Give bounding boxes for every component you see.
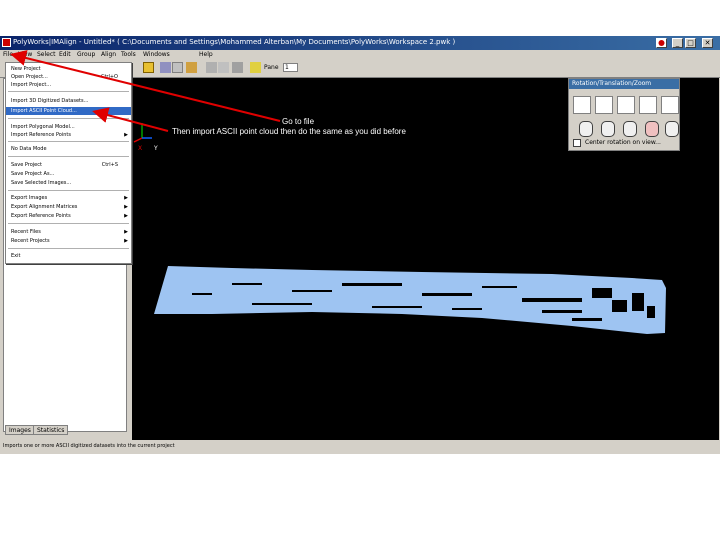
rotate-free-icon[interactable] — [573, 96, 591, 114]
grid-icon[interactable] — [232, 62, 243, 73]
submenu-arrow-icon: ▶ — [124, 132, 128, 138]
point-cloud — [154, 266, 666, 334]
rotation-panel: Rotation/Translation/Zoom Center rotatio… — [568, 78, 680, 151]
submenu-arrow-icon: ▶ — [124, 238, 128, 244]
menu-separator — [8, 223, 129, 224]
menu-windows[interactable]: Windows — [143, 51, 170, 58]
tool-icon[interactable] — [186, 62, 197, 73]
status-bar: Imports one or more ASCII digitized data… — [0, 442, 720, 452]
menu-item-no-data-mode[interactable]: No Data Mode — [6, 145, 131, 153]
mouse-right-icon[interactable] — [623, 121, 637, 137]
menu-bar: File View Select Edit Group Align Tools … — [0, 50, 720, 60]
submenu-arrow-icon: ▶ — [124, 213, 128, 219]
menu-item-save-project[interactable]: Save Project Ctrl+S — [6, 161, 131, 169]
menu-select[interactable]: Select — [37, 51, 56, 58]
menu-group[interactable]: Group — [77, 51, 95, 58]
menu-item-save-project-as[interactable]: Save Project As... — [6, 170, 131, 178]
rotate-icon[interactable] — [218, 62, 229, 73]
menu-separator — [8, 156, 129, 157]
submenu-arrow-icon: ▶ — [124, 195, 128, 201]
minimize-button[interactable]: _ — [672, 38, 683, 48]
mouse-middle-icon[interactable] — [601, 121, 615, 137]
folder-icon[interactable] — [143, 62, 154, 73]
title-bar: PolyWorks|IMAlign - Untitled* ( C:\Docum… — [0, 36, 720, 50]
pane-select[interactable]: 1 — [283, 63, 298, 72]
annotation-line-2: Then import ASCII point cloud then do th… — [172, 127, 406, 136]
mouse-left-icon[interactable] — [579, 121, 593, 137]
status-text: Imports one or more ASCII digitized data… — [3, 443, 175, 449]
pane-value: 1 — [285, 64, 289, 71]
menu-item-export-alignment-matrices[interactable]: Export Alignment Matrices ▶ — [6, 203, 131, 211]
menu-item-import-reference-points[interactable]: Import Reference Points ▶ — [6, 131, 131, 139]
menu-item-recent-files[interactable]: Recent Files ▶ — [6, 228, 131, 236]
menu-item-open-project[interactable]: Open Project... Ctrl+O — [6, 73, 131, 81]
menu-item-import-ascii-point-cloud[interactable]: Import ASCII Point Cloud... — [6, 107, 131, 115]
submenu-arrow-icon: ▶ — [124, 204, 128, 210]
camera-icon[interactable] — [172, 62, 183, 73]
window-title: PolyWorks|IMAlign - Untitled* ( C:\Docum… — [13, 38, 456, 46]
translate-icon[interactable] — [617, 96, 635, 114]
tab-images[interactable]: Images — [5, 425, 35, 435]
mouse-wheel-icon[interactable] — [665, 121, 679, 137]
translate-z-icon[interactable] — [639, 96, 657, 114]
axis-x-label: X — [138, 145, 142, 152]
x-axis — [133, 137, 143, 143]
image-icon[interactable] — [160, 62, 171, 73]
menu-edit[interactable]: Edit — [59, 51, 71, 58]
menu-separator — [8, 91, 129, 92]
rotation-panel-title: Rotation/Translation/Zoom — [569, 79, 679, 89]
center-rotation-label: Center rotation on view... — [585, 139, 661, 146]
pane-label: Pane — [264, 64, 279, 71]
menu-item-import-3d-datasets[interactable]: Import 3D Digitized Datasets... — [6, 97, 131, 105]
app-icon — [2, 38, 11, 47]
menu-separator — [8, 248, 129, 249]
app-logo-icon — [656, 38, 667, 48]
menu-file[interactable]: File — [3, 51, 13, 58]
close-button[interactable]: ✕ — [702, 38, 713, 48]
center-rotation-checkbox[interactable] — [573, 139, 581, 147]
menu-tools[interactable]: Tools — [121, 51, 136, 58]
submenu-arrow-icon: ▶ — [124, 229, 128, 235]
menu-view[interactable]: View — [18, 51, 32, 58]
menu-item-new-project[interactable]: New Project — [6, 65, 131, 73]
menu-item-import-project[interactable]: Import Project... — [6, 81, 131, 89]
menu-separator — [8, 118, 129, 119]
menu-align[interactable]: Align — [101, 51, 116, 58]
light-icon[interactable] — [250, 62, 261, 73]
maximize-button[interactable]: □ — [685, 38, 696, 48]
view-icon[interactable] — [206, 62, 217, 73]
menu-help[interactable]: Help — [199, 51, 213, 58]
menu-item-import-polygonal-model[interactable]: Import Polygonal Model... — [6, 123, 131, 131]
mouse-both-icon[interactable] — [645, 121, 659, 137]
rotate-axis-icon[interactable] — [595, 96, 613, 114]
axis-y-label: Y — [153, 145, 158, 152]
menu-item-save-selected-images[interactable]: Save Selected Images... — [6, 179, 131, 187]
file-menu-dropdown: New Project Open Project... Ctrl+O Import… — [5, 62, 132, 264]
menu-item-export-images[interactable]: Export Images ▶ — [6, 194, 131, 202]
menu-item-export-reference-points[interactable]: Export Reference Points ▶ — [6, 212, 131, 220]
menu-separator — [8, 190, 129, 191]
zoom-icon[interactable] — [661, 96, 679, 114]
menu-separator — [8, 141, 129, 142]
tab-statistics[interactable]: Statistics — [33, 425, 69, 435]
menu-item-exit[interactable]: Exit — [6, 252, 131, 260]
annotation-line-1: Go to file — [282, 117, 315, 126]
menu-item-recent-projects[interactable]: Recent Projects ▶ — [6, 237, 131, 245]
